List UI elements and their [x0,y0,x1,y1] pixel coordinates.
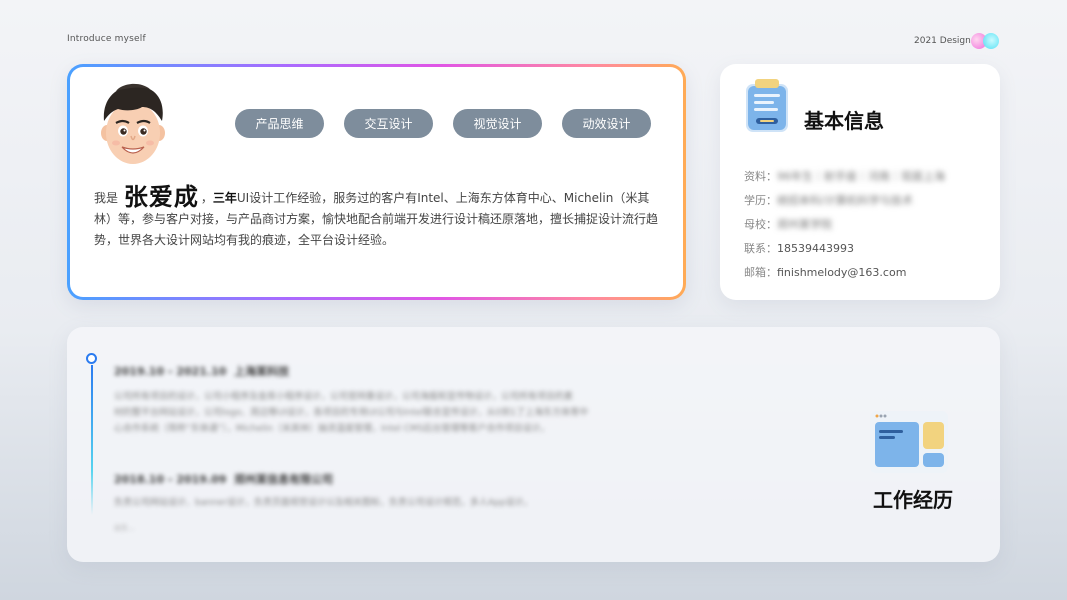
profile-card-body: 产品思维 交互设计 视觉设计 动效设计 我是 张爱成 ，三年UI设计工作经验，服务… [70,67,683,297]
info-label: 学历： [744,194,777,207]
info-row-education: 学历：统招本科/计算机科学与技术 [744,192,913,208]
experience-2-description: 负责公司网站设计、banner设计，负责页面视觉设计以及相关图标，负责公司设计规… [114,495,674,511]
experience-1-heading: 2019.10 - 2021.10 上海某科技 [114,363,289,379]
basic-info-title: 基本信息 [804,109,884,133]
intro-separator: ， [200,191,213,205]
person-name: 张爱成 [123,183,199,211]
brand-dots-logo [971,33,1001,49]
timeline-start-dot [86,353,97,364]
basic-info-card: 基本信息 资料：96年生｜射手座｜河南｜现居上海 学历：统招本科/计算机科学与技… [720,64,1000,300]
info-value-blurred: 郑州某学院 [777,218,832,231]
design-year-caption: 2021 Design [914,36,971,46]
work-experience-title: 工作经历 [873,488,953,512]
profile-card: 产品思维 交互设计 视觉设计 动效设计 我是 张爱成 ，三年UI设计工作经验，服务… [67,64,686,300]
info-row-phone: 联系：18539443993 [744,240,854,256]
experience-company: 上海某科技 [234,365,290,378]
experience-2-heading: 2018.10 - 2019.09 郑州某信息有限公司 [114,471,333,487]
email-address[interactable]: finishmelody@163.com [777,266,906,279]
info-row-school: 母校：郑州某学院 [744,216,832,232]
experience-line: 心合作系统（简称“东体通”），Michelin（米其林）抽流温度管理，Intel… [114,424,550,434]
info-label: 邮箱： [744,266,777,279]
tag-product-thinking: 产品思维 [235,109,324,138]
tag-visual-design: 视觉设计 [453,109,542,138]
info-label: 联系： [744,242,777,255]
experience-period: 2019.10 - 2021.10 [114,365,227,378]
window-layout-icon [870,411,948,473]
experience-years: 三年 [212,191,237,205]
info-value-blurred: 96年生｜射手座｜河南｜现居上海 [777,170,945,183]
tag-motion-design: 动效设计 [562,109,651,138]
experience-footnote: 出生... [114,524,135,532]
info-label: 母校： [744,218,777,231]
experience-1-description: 公司所有项目的设计，公司小程序及金库小程序设计，公司官网重设计，公司海报和宣传物… [114,389,674,437]
experience-period: 2018.10 - 2019.09 [114,473,227,486]
info-label: 资料： [744,170,777,183]
intro-paragraph: 我是 张爱成 ，三年UI设计工作经验，服务过的客户有Intel、上海东方体育中心、… [94,185,662,251]
memoji-avatar-icon [101,83,165,164]
experience-line: 负责公司网站设计、banner设计，负责页面视觉设计以及相关图标，负责公司设计规… [114,498,533,508]
cyan-dot-icon [983,33,999,49]
info-row-profile: 资料：96年生｜射手座｜河南｜现居上海 [744,168,945,184]
clipboard-icon [746,79,788,132]
phone-number: 18539443993 [777,242,854,255]
experience-line: 公司所有项目的设计，公司小程序及金库小程序设计，公司官网重设计，公司海报和宣传物… [114,392,574,402]
info-row-email: 邮箱：finishmelody@163.com [744,264,906,280]
experience-company: 郑州某信息有限公司 [234,473,334,486]
intro-caption: Introduce myself [67,34,146,44]
tag-interaction-design: 交互设计 [344,109,433,138]
info-value-blurred: 统招本科/计算机科学与技术 [777,194,913,207]
intro-prefix: 我是 [94,191,119,205]
work-experience-card: 2019.10 - 2021.10 上海某科技 公司所有项目的设计，公司小程序及… [67,327,1000,562]
experience-line: 材的整平台网站设计，公司logo、周边等UI设计，各项目的专用UI公司与Inte… [114,408,589,418]
timeline-line [91,365,93,515]
